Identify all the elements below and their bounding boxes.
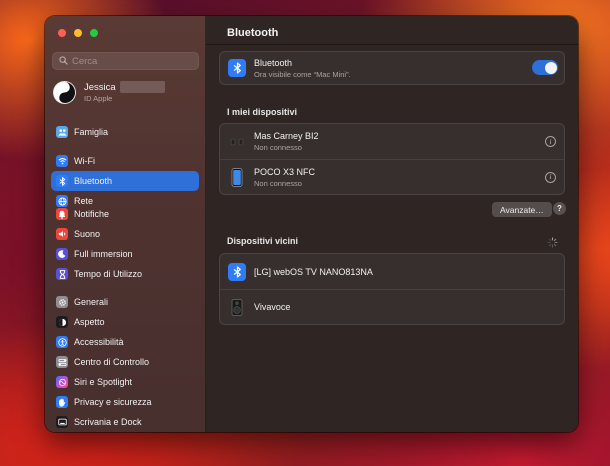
gear-icon bbox=[56, 296, 68, 308]
bluetooth-toggle-row: Bluetooth Ora visibile come “Mac Mini”. bbox=[220, 52, 564, 84]
profile-subtitle: ID Apple bbox=[84, 94, 113, 103]
close-window-button[interactable] bbox=[58, 29, 66, 37]
sidebar-item-label: Privacy e sicurezza bbox=[74, 397, 152, 407]
hourglass-icon bbox=[56, 268, 68, 280]
sidebar: Jessica ID Apple Famiglia Wi-Fi bbox=[45, 16, 206, 432]
page-title: Bluetooth bbox=[227, 27, 279, 39]
nearby-device-row-vivavoce[interactable]: Vivavoce bbox=[220, 289, 564, 324]
device-name: Mas Carney BI2 bbox=[254, 131, 319, 141]
search-field[interactable] bbox=[52, 52, 199, 70]
maximize-window-button[interactable] bbox=[90, 29, 98, 37]
bluetooth-row-title: Bluetooth bbox=[254, 57, 293, 68]
earbuds-icon bbox=[228, 133, 246, 151]
sidebar-item-notifiche[interactable]: Notifiche bbox=[51, 204, 199, 224]
speaker-icon bbox=[228, 298, 246, 316]
sidebar-item-full-immersion[interactable]: Full immersion bbox=[51, 244, 199, 264]
device-name: POCO X3 NFC bbox=[254, 166, 316, 177]
sidebar-group-general: Generali Aspetto Accessibilità Centro di… bbox=[51, 292, 199, 432]
notifications-bell-icon bbox=[56, 208, 68, 220]
device-name: Vivavoce bbox=[254, 302, 291, 312]
sidebar-group-family: Famiglia bbox=[51, 122, 199, 142]
privacy-hand-icon bbox=[56, 396, 68, 408]
sidebar-item-label: Accessibilità bbox=[74, 337, 124, 347]
sidebar-group-notifications: Notifiche Suono Full immersion Tempo di … bbox=[51, 204, 199, 284]
sidebar-item-accessibilita[interactable]: Accessibilità bbox=[51, 332, 199, 352]
sidebar-item-label: Suono bbox=[74, 229, 101, 239]
bluetooth-pane: Bluetooth Bluetooth Ora visibile come “M… bbox=[206, 16, 578, 432]
device-row-poco-x3[interactable]: POCO X3 NFC Non connesso i bbox=[220, 159, 564, 194]
sidebar-item-label: Famiglia bbox=[74, 127, 109, 137]
bluetooth-icon bbox=[56, 175, 68, 187]
window-controls bbox=[58, 29, 98, 37]
search-input[interactable] bbox=[72, 55, 192, 67]
redacted-name bbox=[119, 81, 165, 93]
apple-id-profile[interactable]: Jessica ID Apple bbox=[53, 78, 199, 106]
accessibility-icon bbox=[56, 336, 68, 348]
bluetooth-icon bbox=[228, 262, 246, 281]
sidebar-item-label: Full immersion bbox=[74, 249, 133, 259]
sidebar-item-aspetto[interactable]: Aspetto bbox=[51, 312, 199, 332]
siri-icon bbox=[56, 376, 68, 388]
sidebar-item-label: Tempo di Utilizzo bbox=[74, 269, 143, 279]
sidebar-item-famiglia[interactable]: Famiglia bbox=[51, 122, 199, 142]
sidebar-item-label: Wi-Fi bbox=[74, 156, 95, 166]
sidebar-item-bluetooth[interactable]: Bluetooth bbox=[51, 171, 199, 191]
sidebar-item-label: Generali bbox=[74, 297, 109, 307]
sidebar-item-label: Bluetooth bbox=[74, 176, 113, 186]
appearance-icon bbox=[56, 316, 68, 328]
minimize-window-button[interactable] bbox=[74, 29, 82, 37]
bluetooth-toggle-card: Bluetooth Ora visibile come “Mac Mini”. bbox=[219, 51, 565, 85]
advanced-button[interactable]: Avanzate… bbox=[492, 202, 552, 217]
header-divider bbox=[206, 44, 578, 45]
nearby-devices-list: [LG] webOS TV NANO813NA Vivavoce bbox=[219, 253, 565, 325]
moon-focus-icon bbox=[56, 248, 68, 260]
phone-icon bbox=[228, 167, 246, 187]
my-devices-heading: I miei dispositivi bbox=[227, 107, 298, 117]
wifi-icon bbox=[56, 155, 68, 167]
search-icon bbox=[59, 52, 68, 70]
sidebar-group-network: Wi-Fi Bluetooth Rete bbox=[51, 151, 199, 211]
sidebar-item-centro-di-controllo[interactable]: Centro di Controllo bbox=[51, 352, 199, 372]
sidebar-item-suono[interactable]: Suono bbox=[51, 224, 199, 244]
device-row-mas-carney[interactable]: Mas Carney BI2 Non connesso i bbox=[220, 124, 564, 159]
bluetooth-icon bbox=[228, 59, 246, 77]
system-settings-window: Jessica ID Apple Famiglia Wi-Fi bbox=[45, 16, 578, 432]
sidebar-item-scrivania-e-dock[interactable]: Scrivania e Dock bbox=[51, 412, 199, 432]
bluetooth-toggle-switch[interactable] bbox=[532, 60, 558, 75]
sidebar-item-label: Aspetto bbox=[74, 317, 105, 327]
speaker-sound-icon bbox=[56, 228, 68, 240]
profile-name: Jessica bbox=[84, 81, 116, 93]
desktop-dock-icon bbox=[56, 416, 68, 428]
sidebar-item-generali[interactable]: Generali bbox=[51, 292, 199, 312]
sidebar-item-label: Centro di Controllo bbox=[74, 357, 150, 367]
yin-yang-icon bbox=[53, 81, 76, 103]
info-icon[interactable]: i bbox=[545, 136, 556, 147]
sidebar-item-privacy-e-sicurezza[interactable]: Privacy e sicurezza bbox=[51, 392, 199, 412]
sidebar-item-tempo-di-utilizzo[interactable]: Tempo di Utilizzo bbox=[51, 264, 199, 284]
bluetooth-visibility-text: Ora visibile come “Mac Mini”. bbox=[254, 69, 351, 79]
device-status: Non connesso bbox=[254, 143, 302, 152]
sidebar-item-siri-e-spotlight[interactable]: Siri e Spotlight bbox=[51, 372, 199, 392]
sidebar-item-label: Notifiche bbox=[74, 209, 110, 219]
info-icon[interactable]: i bbox=[545, 171, 556, 183]
family-icon bbox=[56, 126, 68, 138]
help-button[interactable]: ? bbox=[553, 202, 566, 215]
avatar bbox=[53, 80, 76, 104]
sidebar-item-label: Scrivania e Dock bbox=[74, 417, 142, 427]
my-devices-list: Mas Carney BI2 Non connesso i POCO X3 NF… bbox=[219, 123, 565, 195]
nearby-devices-heading: Dispositivi vicini bbox=[227, 236, 299, 246]
device-name: [LG] webOS TV NANO813NA bbox=[254, 266, 373, 277]
nearby-device-row-lg-tv[interactable]: [LG] webOS TV NANO813NA bbox=[220, 254, 564, 289]
control-center-icon bbox=[56, 356, 68, 368]
device-status: Non connesso bbox=[254, 178, 302, 188]
sidebar-item-label: Siri e Spotlight bbox=[74, 377, 133, 387]
sidebar-item-wifi[interactable]: Wi-Fi bbox=[51, 151, 199, 171]
loading-spinner-icon bbox=[547, 235, 558, 248]
